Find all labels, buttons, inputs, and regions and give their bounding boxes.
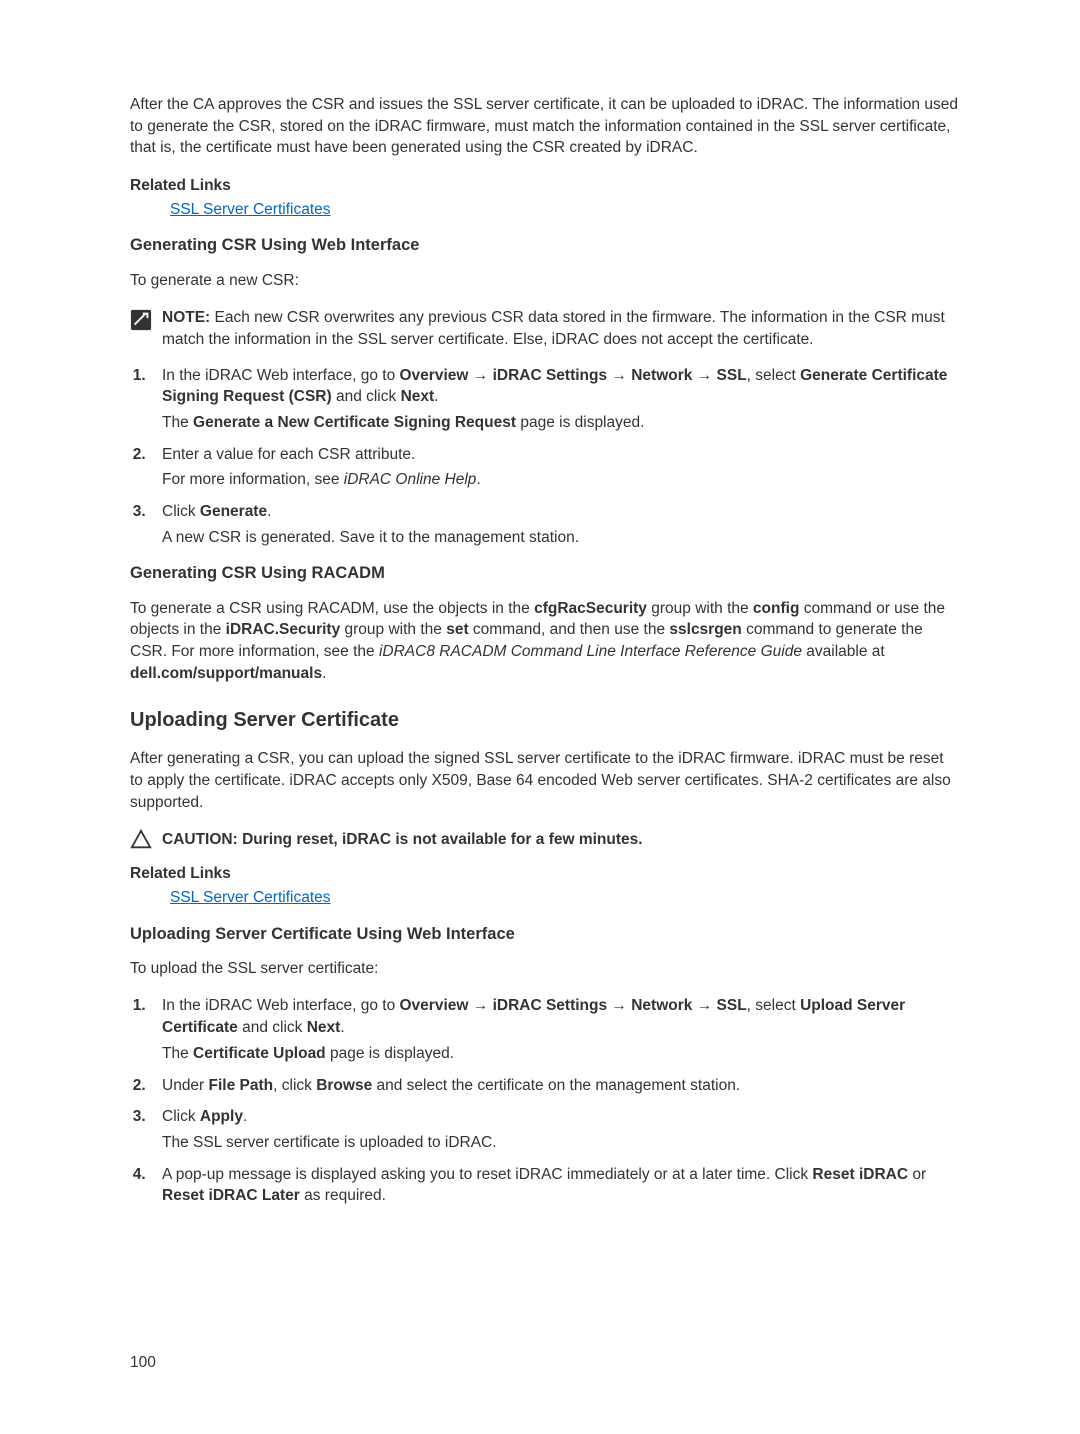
note-icon — [130, 309, 152, 331]
reset-later-label: Reset iDRAC Later — [162, 1187, 300, 1204]
next-label: Next — [401, 388, 435, 405]
help-ref: iDRAC Online Help — [344, 471, 477, 488]
step-text: For more information, see — [162, 471, 344, 488]
intro-paragraph: After the CA approves the CSR and issues… — [130, 94, 960, 159]
reset-idrac-label: Reset iDRAC — [812, 1166, 908, 1183]
step-text: and click — [238, 1019, 307, 1036]
nav-ssl: SSL — [717, 997, 747, 1014]
step-text: A pop-up message is displayed asking you… — [162, 1166, 812, 1183]
list-item: A pop-up message is displayed asking you… — [150, 1164, 960, 1207]
related-links-heading-2: Related Links — [130, 863, 960, 885]
period: . — [340, 1019, 344, 1036]
arrow: → — [692, 997, 716, 1014]
caution-icon — [130, 829, 152, 851]
nav-overview: Overview — [400, 997, 469, 1014]
step-text: page is displayed. — [516, 414, 644, 431]
ssl-certificates-link-2[interactable]: SSL Server Certificates — [170, 887, 960, 909]
cfg-group: cfgRacSecurity — [534, 600, 647, 617]
step-text: The — [162, 414, 193, 431]
period: . — [322, 665, 326, 682]
nav-overview: Overview — [400, 367, 469, 384]
set-cmd: set — [446, 621, 468, 638]
list-item: In the iDRAC Web interface, go to Overvi… — [150, 365, 960, 434]
period: . — [434, 388, 438, 405]
section-heading-csr-web: Generating CSR Using Web Interface — [130, 234, 960, 257]
text: available at — [802, 643, 885, 660]
section-heading-upload-web: Uploading Server Certificate Using Web I… — [130, 923, 960, 946]
period: . — [476, 471, 480, 488]
text: group with the — [647, 600, 753, 617]
step-text: page is displayed. — [326, 1045, 454, 1062]
list-item: Click Generate. A new CSR is generated. … — [150, 501, 960, 548]
upload-web-steps: In the iDRAC Web interface, go to Overvi… — [130, 995, 960, 1207]
step-text: , select — [747, 367, 800, 384]
arrow: → — [607, 997, 631, 1014]
step-text: Click — [162, 1108, 200, 1125]
text: command, and then use the — [469, 621, 670, 638]
text: group with the — [340, 621, 446, 638]
step-text: In the iDRAC Web interface, go to — [162, 367, 400, 384]
nav-idrac-settings: iDRAC Settings — [493, 367, 608, 384]
idrac-security: iDRAC.Security — [226, 621, 341, 638]
ssl-certificates-link[interactable]: SSL Server Certificates — [170, 199, 960, 221]
arrow: → — [468, 367, 492, 384]
step-sub: The SSL server certificate is uploaded t… — [162, 1132, 960, 1154]
section-heading-csr-racadm: Generating CSR Using RACADM — [130, 562, 960, 585]
step-text: and select the certificate on the manage… — [372, 1077, 740, 1094]
note-label: NOTE: — [162, 309, 215, 326]
step-text: or — [908, 1166, 926, 1183]
nav-idrac-settings: iDRAC Settings — [493, 997, 608, 1014]
list-item: Under File Path, click Browse and select… — [150, 1075, 960, 1097]
section-heading-upload: Uploading Server Certificate — [130, 706, 960, 734]
step-text: and click — [332, 388, 401, 405]
step-text: as required. — [300, 1187, 386, 1204]
step-text: , select — [747, 997, 800, 1014]
step-text: , click — [273, 1077, 316, 1094]
period: . — [267, 503, 271, 520]
caution-text: CAUTION: During reset, iDRAC is not avai… — [162, 829, 643, 851]
related-links-heading: Related Links — [130, 175, 960, 197]
arrow: → — [607, 367, 631, 384]
step-text: Under — [162, 1077, 209, 1094]
arrow: → — [468, 997, 492, 1014]
list-item: Enter a value for each CSR attribute. Fo… — [150, 444, 960, 491]
guide-name: iDRAC8 RACADM Command Line Interface Ref… — [379, 643, 802, 660]
arrow: → — [692, 367, 716, 384]
next-label: Next — [307, 1019, 341, 1036]
nav-ssl: SSL — [717, 367, 747, 384]
csr-web-steps: In the iDRAC Web interface, go to Overvi… — [130, 365, 960, 549]
step-sub: A new CSR is generated. Save it to the m… — [162, 527, 960, 549]
list-item: Click Apply. The SSL server certificate … — [150, 1106, 960, 1153]
racadm-paragraph: To generate a CSR using RACADM, use the … — [130, 598, 960, 685]
csr-web-intro: To generate a new CSR: — [130, 270, 960, 292]
step-text: Click — [162, 503, 200, 520]
step-text: The — [162, 1045, 193, 1062]
page-number: 100 — [130, 1352, 156, 1374]
config-cmd: config — [753, 600, 800, 617]
text: To generate a CSR using RACADM, use the … — [130, 600, 534, 617]
upload-web-intro: To upload the SSL server certificate: — [130, 958, 960, 980]
caution-block: CAUTION: During reset, iDRAC is not avai… — [130, 829, 960, 851]
generate-label: Generate — [200, 503, 267, 520]
nav-network: Network — [631, 367, 692, 384]
period: . — [243, 1108, 247, 1125]
list-item: In the iDRAC Web interface, go to Overvi… — [150, 995, 960, 1064]
page-name: Certificate Upload — [193, 1045, 326, 1062]
file-path-label: File Path — [209, 1077, 274, 1094]
note-block: NOTE: Each new CSR overwrites any previo… — [130, 307, 960, 350]
browse-label: Browse — [316, 1077, 372, 1094]
step-text: In the iDRAC Web interface, go to — [162, 997, 400, 1014]
note-text: Each new CSR overwrites any previous CSR… — [162, 309, 945, 348]
upload-intro: After generating a CSR, you can upload t… — [130, 748, 960, 813]
nav-network: Network — [631, 997, 692, 1014]
sslcsrgen-cmd: sslcsrgen — [669, 621, 741, 638]
step-text: Enter a value for each CSR attribute. — [162, 446, 415, 463]
support-url: dell.com/support/manuals — [130, 665, 322, 682]
apply-label: Apply — [200, 1108, 243, 1125]
page-name: Generate a New Certificate Signing Reque… — [193, 414, 516, 431]
